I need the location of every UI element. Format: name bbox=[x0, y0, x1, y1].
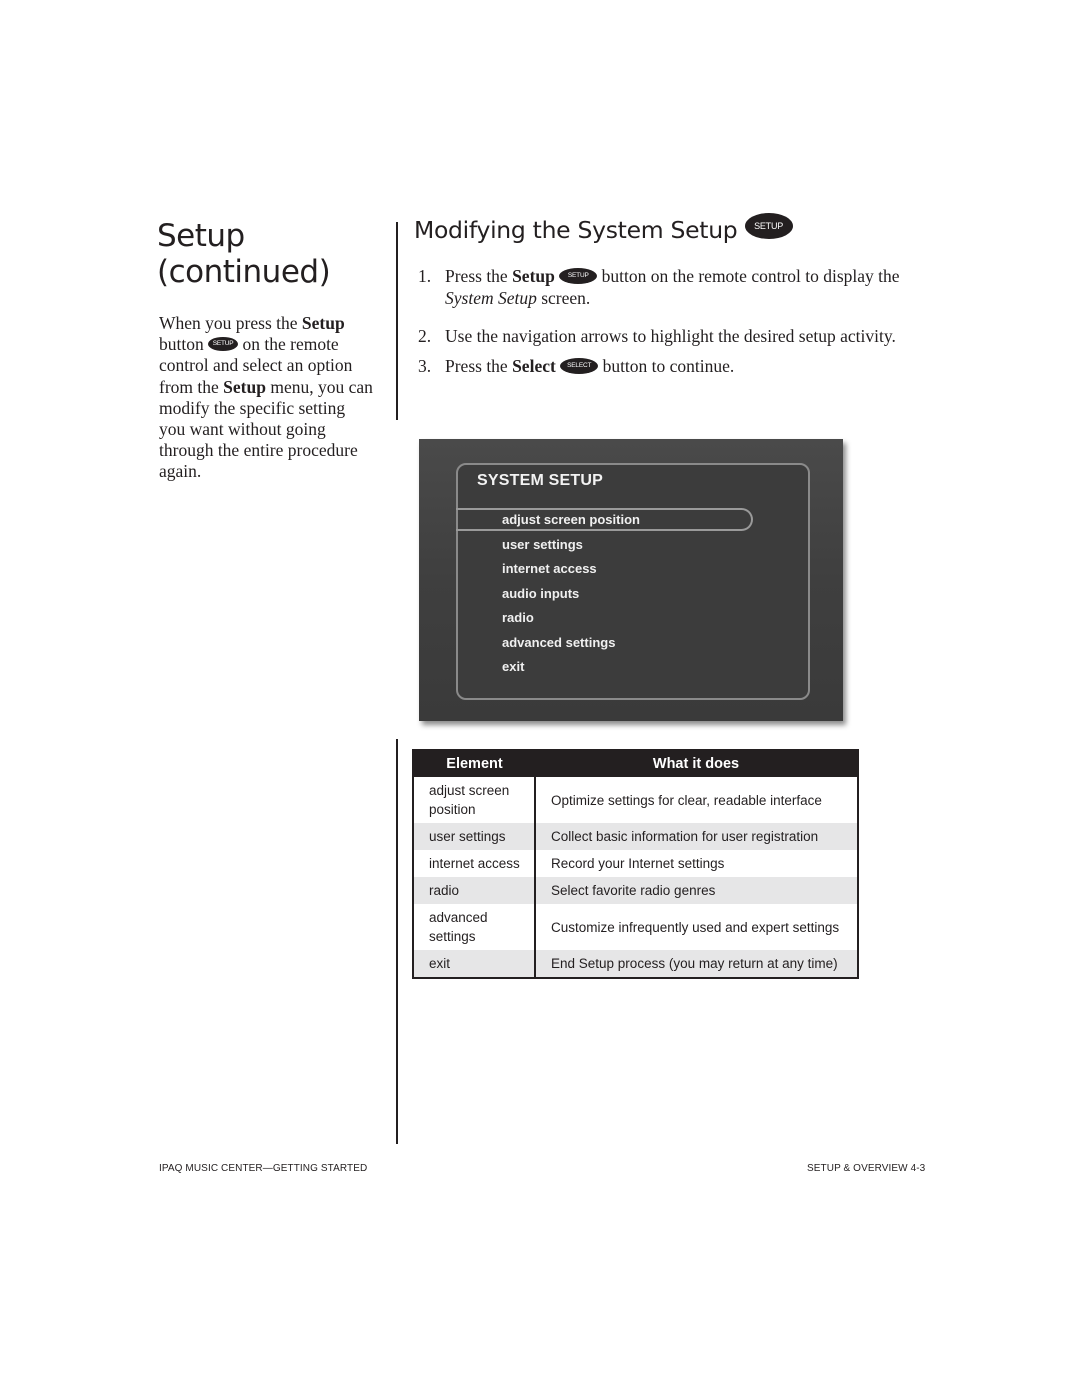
menu-item-internet-access: internet access bbox=[502, 561, 597, 576]
step-bold: Select bbox=[512, 356, 556, 376]
footer-book-title: iPAQ Music Center—Getting Started bbox=[159, 1163, 368, 1174]
setup-button-icon: SETUP bbox=[559, 267, 598, 284]
step-bold: Setup bbox=[512, 266, 555, 286]
step-item: 2. Use the navigation arrows to highlight… bbox=[418, 325, 928, 347]
intro-paragraph: When you press the Setup button SETUP on… bbox=[159, 313, 374, 483]
table-row: user settings Collect basic information … bbox=[413, 823, 858, 850]
description-cell: End Setup process (you may return at any… bbox=[535, 950, 858, 978]
table-row: advanced settings Customize infrequently… bbox=[413, 904, 858, 950]
menu-title: SYSTEM SETUP bbox=[477, 472, 603, 489]
step-number: 2. bbox=[418, 326, 432, 346]
menu-item-radio: radio bbox=[502, 610, 534, 625]
menu-item-advanced-settings: advanced settings bbox=[502, 634, 616, 650]
system-setup-screenshot: SYSTEM SETUP adjust screen position user… bbox=[419, 439, 843, 721]
step-text: Use the navigation arrows to highlight t… bbox=[445, 326, 896, 346]
footer-page-number: Setup & Overview 4-3 bbox=[807, 1163, 926, 1174]
section-title-line2: (continued) bbox=[157, 254, 331, 290]
step-text: screen. bbox=[536, 288, 591, 308]
subsection-title-text: Modifying the System Setup bbox=[414, 216, 738, 244]
steps-list: 1. Press the Setup SETUP button on the r… bbox=[418, 265, 928, 393]
section-title-line1: Setup bbox=[157, 218, 245, 254]
step-text: Press the bbox=[445, 356, 513, 376]
menu-item-adjust-screen-position: adjust screen position bbox=[502, 512, 640, 527]
element-cell: exit bbox=[413, 950, 536, 978]
description-cell: Optimize settings for clear, readable in… bbox=[551, 792, 822, 808]
description-cell: Collect basic information for user regis… bbox=[535, 823, 858, 850]
step-item: 3. Press the Select SELECT button to cont… bbox=[418, 355, 928, 377]
element-cell: internet access bbox=[413, 850, 536, 877]
elements-table: Element What it does adjust screen posit… bbox=[412, 749, 859, 979]
section-title: Setup (continued) bbox=[157, 218, 387, 290]
intro-bold-setup: Setup bbox=[223, 376, 266, 397]
menu-list: adjust screen position user settings int… bbox=[502, 510, 640, 682]
element-cell: user settings bbox=[413, 823, 536, 850]
column-divider-top bbox=[396, 222, 398, 420]
column-header-what-it-does: What it does bbox=[535, 750, 858, 777]
element-cell: advanced settings bbox=[413, 904, 536, 950]
description-cell: Customize infrequently used and expert s… bbox=[551, 919, 840, 935]
column-header-element: Element bbox=[413, 750, 535, 777]
menu-item-user-settings: user settings bbox=[502, 536, 583, 552]
step-number: 3. bbox=[418, 356, 432, 376]
select-button-icon: SELECT bbox=[560, 357, 599, 374]
step-number: 1. bbox=[418, 266, 432, 286]
step-item: 1. Press the Setup SETUP button on the r… bbox=[418, 265, 928, 309]
intro-text: button bbox=[159, 334, 209, 355]
step-italic: System Setup bbox=[445, 288, 537, 308]
step-text: button on the remote control to display … bbox=[597, 266, 900, 286]
menu-item-exit: exit bbox=[502, 659, 525, 674]
table-row: radio Select favorite radio genres bbox=[413, 877, 858, 904]
table-row: internet access Record your Internet set… bbox=[413, 850, 858, 877]
element-cell: radio bbox=[413, 877, 536, 904]
table-row: adjust screen position Optimize settings… bbox=[413, 777, 858, 823]
intro-bold-setup: Setup bbox=[301, 313, 345, 333]
table-header-row: Element What it does bbox=[413, 750, 858, 777]
subsection-title: Modifying the System Setup SETUP bbox=[414, 212, 793, 246]
setup-button-icon: SETUP bbox=[208, 337, 239, 352]
setup-button-icon: SETUP bbox=[744, 212, 793, 239]
element-cell: adjust screen position bbox=[413, 777, 536, 823]
column-divider-bottom bbox=[396, 739, 398, 1144]
table-row: exit End Setup process (you may return a… bbox=[413, 950, 858, 978]
description-cell: Record your Internet settings bbox=[551, 856, 725, 871]
step-text: button to continue. bbox=[598, 356, 735, 376]
description-cell: Select favorite radio genres bbox=[535, 877, 858, 904]
step-text: Press the bbox=[445, 266, 513, 286]
intro-text: When you press the bbox=[159, 313, 302, 333]
menu-item-audio-inputs: audio inputs bbox=[502, 585, 580, 601]
